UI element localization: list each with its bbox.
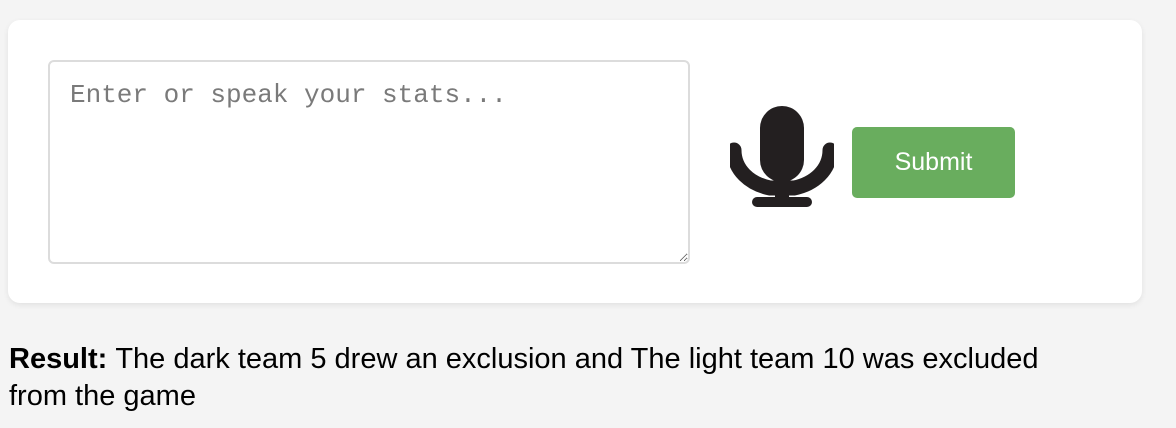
submit-button[interactable]: Submit — [852, 127, 1015, 198]
result-label: Result: — [9, 343, 116, 375]
stats-textarea[interactable] — [48, 60, 690, 264]
result-text: The dark team 5 drew an exclusion and Th… — [9, 343, 1039, 412]
result-area: Result: The dark team 5 drew an exclusio… — [9, 341, 1049, 415]
stats-card: Submit — [8, 20, 1142, 303]
microphone-button[interactable] — [730, 106, 834, 212]
microphone-icon — [730, 106, 834, 207]
